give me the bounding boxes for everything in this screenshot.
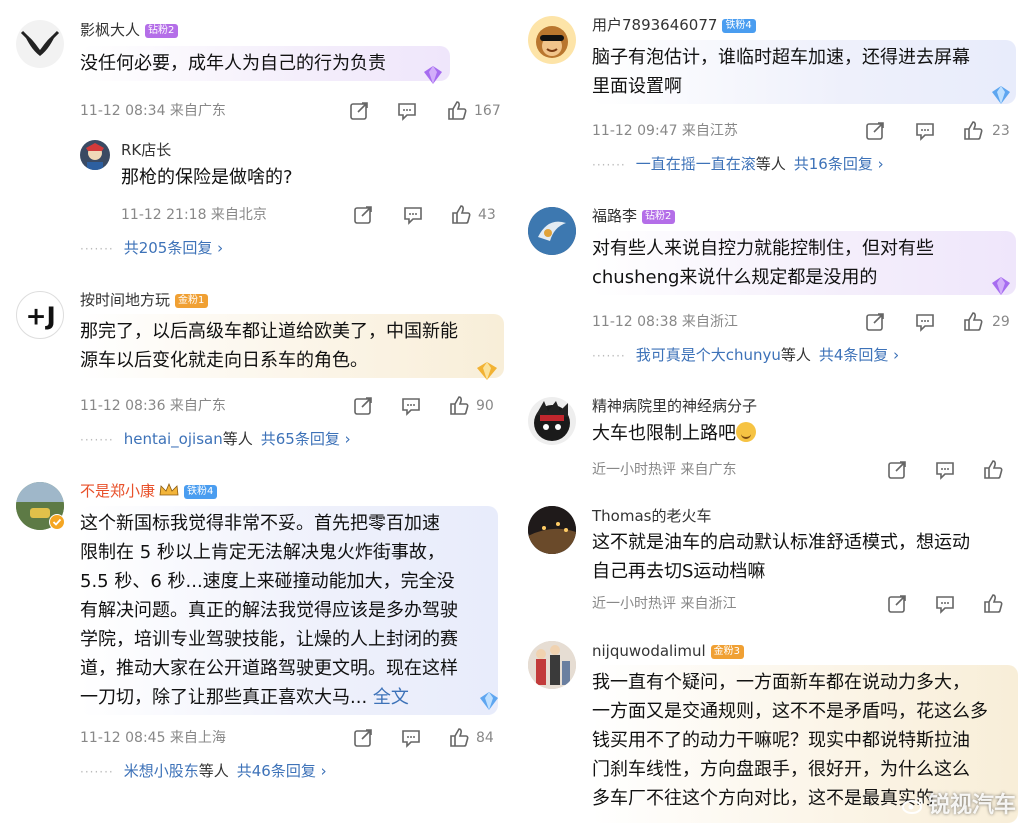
like-icon[interactable] [448, 727, 470, 749]
avatar[interactable]: +J [16, 291, 64, 339]
like-count: 90 [476, 398, 494, 414]
comment-meta: 11-12 08:38 来自浙江 [592, 314, 738, 330]
verified-icon [49, 514, 65, 530]
comment-text: 这个新国标我觉得非常不妥。首先把零百加速 限制在 5 秒以上肯定无法解决鬼火炸街… [80, 506, 498, 715]
view-replies-link[interactable]: ······· 共205条回复 › [80, 238, 223, 259]
watermark: 锐视汽车 [901, 787, 1016, 819]
like-icon[interactable] [448, 395, 470, 417]
share-icon[interactable] [352, 727, 374, 749]
comment-text: 大车也限制上路吧 [592, 419, 756, 448]
emoji-icon [736, 422, 756, 442]
like-icon[interactable] [962, 311, 984, 333]
reply-actions: 43 [352, 204, 502, 226]
comment-icon[interactable] [934, 593, 956, 615]
username[interactable]: 用户7893646077 铁粉4 [592, 15, 756, 35]
like-icon[interactable] [982, 459, 1004, 481]
view-replies-link[interactable]: ······· 米想小股东等人 共46条回复 › [80, 761, 327, 782]
username[interactable]: 影枫大人 钻粉2 [80, 20, 179, 40]
avatar[interactable] [528, 207, 576, 255]
like-count: 43 [478, 207, 496, 223]
reply-meta: 11-12 21:18 来自北京 [121, 207, 267, 223]
comment-actions: 90 [352, 395, 502, 417]
fan-badge: 钻粉2 [642, 210, 676, 224]
username[interactable]: 不是郑小康 铁粉4 [80, 481, 218, 501]
username[interactable]: nijquwodalimul 金粉3 [592, 641, 745, 661]
share-icon[interactable] [886, 459, 908, 481]
comment-actions: 84 [352, 727, 502, 749]
comment-meta: 11-12 08:36 来自广东 [80, 398, 226, 414]
like-icon[interactable] [446, 100, 468, 122]
avatar[interactable] [16, 20, 64, 68]
fan-badge: 铁粉4 [722, 19, 756, 33]
diamond-medal-icon [424, 66, 442, 84]
reply-username[interactable]: RK店长 [121, 140, 171, 160]
like-count: 84 [476, 730, 494, 746]
avatar[interactable] [528, 397, 576, 445]
username[interactable]: 按时间地方玩 金粉1 [80, 290, 209, 310]
share-icon[interactable] [348, 100, 370, 122]
share-icon[interactable] [352, 395, 374, 417]
view-replies-link[interactable]: ······· 一直在摇一直在滚等人 共16条回复 › [592, 154, 884, 175]
comment-actions: 23 [864, 120, 1014, 142]
comment-text: 这不就是油车的启动默认标准舒适模式，想运动 自己再去切S运动档嘛 [592, 532, 970, 582]
avatar[interactable] [528, 641, 576, 689]
comment-icon[interactable] [914, 311, 936, 333]
comment-meta: 近一小时热评 来自浙江 [592, 596, 737, 612]
comment-text: 脑子有泡估计，谁临时超车加速，还得进去屏幕 里面设置啊 [592, 40, 1016, 104]
reply-text: 那枪的保险是做啥的? [121, 167, 293, 188]
diamond-medal-icon [992, 86, 1010, 104]
crown-icon [159, 482, 179, 496]
avatar[interactable] [528, 506, 576, 554]
view-replies-link[interactable]: ······· 我可真是个大chunyu等人 共4条回复 › [592, 345, 899, 366]
fan-badge: 金粉1 [175, 294, 209, 308]
comment-icon[interactable] [396, 100, 418, 122]
full-text-link[interactable]: 全文 [373, 687, 409, 708]
diamond-medal-icon [992, 277, 1010, 295]
like-icon[interactable] [982, 593, 1004, 615]
like-count: 23 [992, 123, 1010, 139]
right-column: 用户7893646077 铁粉4 脑子有泡估计，谁临时超车加速，还得进去屏幕 里面… [512, 0, 1024, 823]
comment-actions: 29 [864, 311, 1014, 333]
like-count: 167 [474, 103, 501, 119]
like-count: 29 [992, 314, 1010, 330]
share-icon[interactable] [864, 311, 886, 333]
left-column: 影枫大人 钻粉2 没任何必要，成年人为自己的行为负责 11-12 08:34 来自… [0, 0, 512, 823]
username[interactable]: Thomas的老火车 [592, 506, 711, 526]
comment-meta: 近一小时热评 来自广东 [592, 462, 737, 478]
fan-badge: 金粉3 [710, 645, 745, 659]
comment-actions [886, 459, 1016, 481]
comment-icon[interactable] [400, 395, 422, 417]
fan-badge: 铁粉4 [184, 485, 218, 499]
comment-icon[interactable] [914, 120, 936, 142]
weibo-logo-icon [901, 795, 924, 814]
view-replies-link[interactable]: ······· hentai_ojisan等人 共65条回复 › [80, 429, 351, 450]
comment-icon[interactable] [402, 204, 424, 226]
username[interactable]: 福路李 钻粉2 [592, 206, 676, 226]
comment-meta: 11-12 08:34 来自广东 [80, 103, 226, 119]
avatar[interactable] [528, 16, 576, 64]
like-icon[interactable] [962, 120, 984, 142]
comment-text: 没任何必要，成年人为自己的行为负责 [80, 46, 450, 81]
comment-meta: 11-12 09:47 来自江苏 [592, 123, 738, 139]
comment-icon[interactable] [934, 459, 956, 481]
share-icon[interactable] [352, 204, 374, 226]
share-icon[interactable] [864, 120, 886, 142]
comment-icon[interactable] [400, 727, 422, 749]
share-icon[interactable] [886, 593, 908, 615]
comment-meta: 11-12 08:45 来自上海 [80, 730, 226, 746]
comment-text: 对有些人来说自控力就能控制住，但对有些 chusheng来说什么规定都是没用的 [592, 231, 1016, 295]
fan-badge: 钻粉2 [145, 24, 179, 38]
username[interactable]: 精神病院里的神经病分子 [592, 396, 757, 416]
gold-medal-icon [477, 362, 497, 380]
diamond-medal-icon [480, 692, 498, 710]
like-icon[interactable] [450, 204, 472, 226]
reply-avatar[interactable] [80, 140, 110, 170]
svg-text:+J: +J [26, 302, 56, 331]
comment-text: 那完了，以后高级车都让道给欧美了，中国新能 源车以后变化就走向日系车的角色。 [80, 314, 504, 378]
comment-actions [886, 593, 1016, 615]
comment-actions: 167 [348, 100, 501, 122]
